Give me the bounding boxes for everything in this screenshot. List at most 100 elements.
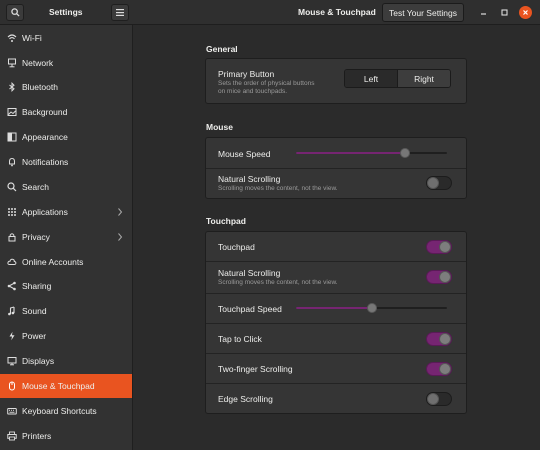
search-button[interactable] [6,4,24,21]
sidebar-item-displays[interactable]: Displays [0,349,132,373]
touchpad-frame: Touchpad Natural Scrolling Scrolling mov… [205,231,467,414]
edge-scrolling-switch[interactable] [426,392,452,406]
power-icon [7,331,17,341]
minimize-button[interactable] [477,6,490,19]
background-icon [7,107,17,117]
sidebar-item-label: Appearance [22,132,68,142]
sidebar: Wi-Fi Network Bluetooth Background Appea… [0,25,133,450]
sidebar-item-label: Sound [22,306,47,316]
general-section-title: General [206,44,238,54]
sidebar-item-label: Keyboard Shortcuts [22,406,97,416]
sidebar-item-notifications[interactable]: Notifications [0,150,132,174]
switch-thumb [439,333,451,345]
mouse-section-title: Mouse [206,122,233,132]
display-icon [7,356,17,366]
sidebar-item-power[interactable]: Power [0,324,132,348]
two-finger-scrolling-switch[interactable] [426,362,452,376]
primary-button-toggle: Left Right [344,69,451,88]
mouse-icon [7,381,17,391]
touchpad-natural-scrolling-switch[interactable] [426,270,452,284]
sidebar-item-appearance[interactable]: Appearance [0,125,132,149]
left-button[interactable]: Left [345,70,398,87]
touchpad-section-title: Touchpad [206,216,246,226]
bluetooth-icon [7,82,17,92]
sidebar-item-label: Bluetooth [22,82,58,92]
mouse-speed-label: Mouse Speed [218,149,271,159]
app-title: Settings [49,7,83,17]
row-separator [206,353,466,354]
sidebar-item-keyboard-shortcuts[interactable]: Keyboard Shortcuts [0,399,132,423]
mouse-natural-scrolling-switch[interactable] [426,176,452,190]
right-button[interactable]: Right [398,70,450,87]
sidebar-item-privacy[interactable]: Privacy [0,225,132,249]
maximize-button[interactable] [498,6,511,19]
header-bar: Settings Mouse & Touchpad Test Your Sett… [0,0,540,25]
test-settings-button[interactable]: Test Your Settings [382,3,464,22]
appearance-icon [7,132,17,142]
sidebar-item-label: Applications [22,207,68,217]
sidebar-item-label: Privacy [22,232,50,242]
minimize-icon [481,13,486,15]
touchpad-label: Touchpad [218,242,255,252]
search-icon [10,8,20,17]
sidebar-item-sound[interactable]: Sound [0,299,132,323]
touchpad-natural-scrolling-description: Scrolling moves the content, not the vie… [218,279,338,286]
row-separator [206,261,466,262]
slider-knob[interactable] [366,303,377,313]
row-separator [206,383,466,384]
sidebar-item-printers[interactable]: Printers [0,424,132,448]
sidebar-item-search[interactable]: Search [0,175,132,199]
main-panel: General Primary Button Sets the order of… [133,25,540,450]
sidebar-item-label: Printers [22,431,52,441]
slider-fill [296,307,372,309]
sidebar-item-label: Mouse & Touchpad [22,381,95,391]
slider-knob[interactable] [399,148,410,158]
sidebar-item-label: Background [22,107,68,117]
touchpad-switch[interactable] [426,240,452,254]
sound-icon [7,306,17,316]
sidebar-item-label: Network [22,58,54,68]
cloud-icon [7,257,17,267]
general-frame: Primary Button Sets the order of physica… [205,58,467,104]
sidebar-item-background[interactable]: Background [0,100,132,124]
sidebar-item-label: Online Accounts [22,257,84,267]
primary-button-label: Primary Button [218,69,275,79]
tap-to-click-label: Tap to Click [218,334,262,344]
panel-title: Mouse & Touchpad [298,7,376,17]
slider-fill [296,152,405,154]
sidebar-item-network[interactable]: Network [0,51,132,75]
sidebar-item-online-accounts[interactable]: Online Accounts [0,250,132,274]
touchpad-natural-scrolling-label: Natural Scrolling [218,268,281,278]
primary-button-description: Sets the order of physical buttons [218,80,315,87]
edge-scrolling-label: Edge Scrolling [218,394,273,404]
search-icon [7,182,17,192]
privacy-icon [7,232,17,242]
sidebar-item-wifi[interactable]: Wi-Fi [0,26,132,50]
sidebar-item-sharing[interactable]: Sharing [0,274,132,298]
mouse-natural-scrolling-description: Scrolling moves the content, not the vie… [218,185,338,192]
sidebar-item-bluetooth[interactable]: Bluetooth [0,75,132,99]
menu-button[interactable] [111,4,129,21]
switch-thumb [439,241,451,253]
switch-thumb [427,177,439,189]
sidebar-item-label: Displays [22,356,55,366]
mouse-frame: Mouse Speed Natural Scrolling Scrolling … [205,137,467,199]
close-button[interactable] [519,6,532,19]
mouse-natural-scrolling-label: Natural Scrolling [218,174,281,184]
touchpad-speed-slider[interactable] [296,303,447,313]
sidebar-item-label: Notifications [22,157,69,167]
row-separator [206,293,466,294]
sidebar-item-label: Power [22,331,47,341]
sidebar-item-mouse-touchpad[interactable]: Mouse & Touchpad [0,374,132,398]
printer-icon [7,431,17,441]
sidebar-item-applications[interactable]: Applications [0,200,132,224]
row-separator [206,323,466,324]
chevron-right-icon [118,208,123,216]
mouse-speed-slider[interactable] [296,148,447,158]
apps-icon [7,207,17,217]
touchpad-speed-label: Touchpad Speed [218,304,282,314]
tap-to-click-switch[interactable] [426,332,452,346]
keyboard-icon [7,406,17,416]
primary-button-description: on mice and touchpads. [218,88,288,95]
hamburger-icon [116,9,124,16]
